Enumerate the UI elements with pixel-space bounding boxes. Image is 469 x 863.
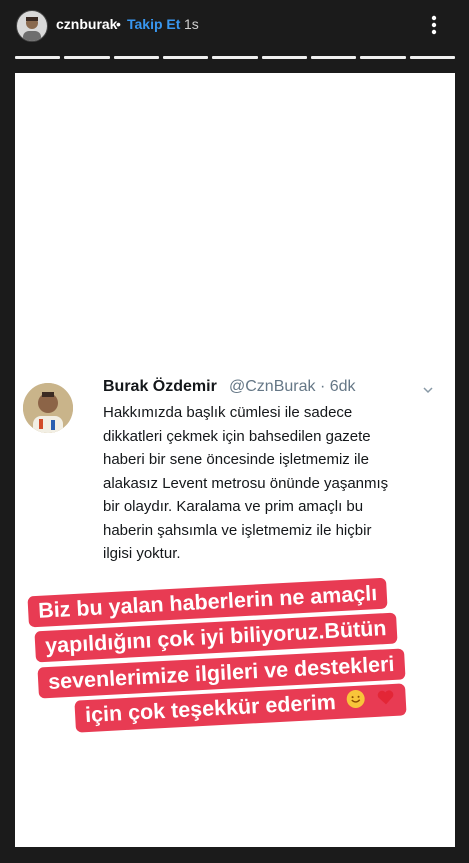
story-progress-segment — [212, 56, 258, 59]
story-progress-segment — [261, 56, 307, 59]
profile-avatar[interactable] — [16, 10, 48, 42]
story-progress-segment — [15, 56, 61, 59]
story-progress-segment — [409, 56, 455, 59]
tweet-body: Hakkımızda başlık cümlesi ile sadece dik… — [103, 404, 389, 562]
separator-dot: • — [116, 16, 121, 32]
tweet-author-name[interactable]: Burak Özdemir — [103, 378, 217, 396]
story-progress-segment — [64, 56, 110, 59]
story-header: cznburak • Takip Et 1s — [0, 0, 469, 50]
username[interactable]: cznburak — [56, 16, 117, 32]
tweet-author-handle[interactable]: @CznBurak · 6dk — [229, 378, 356, 396]
story-progress-segment — [162, 56, 209, 59]
follow-button[interactable]: Takip Et — [127, 16, 180, 32]
story-progress-segment — [310, 56, 357, 59]
story-progress-bar — [15, 56, 455, 59]
more-vertical-icon[interactable] — [426, 10, 442, 40]
tweet-author-avatar[interactable] — [23, 383, 73, 433]
story-progress-segment — [360, 56, 406, 59]
timestamp: 1s — [184, 16, 199, 32]
story-progress-segment — [113, 56, 159, 59]
chevron-down-icon[interactable] — [422, 383, 434, 395]
